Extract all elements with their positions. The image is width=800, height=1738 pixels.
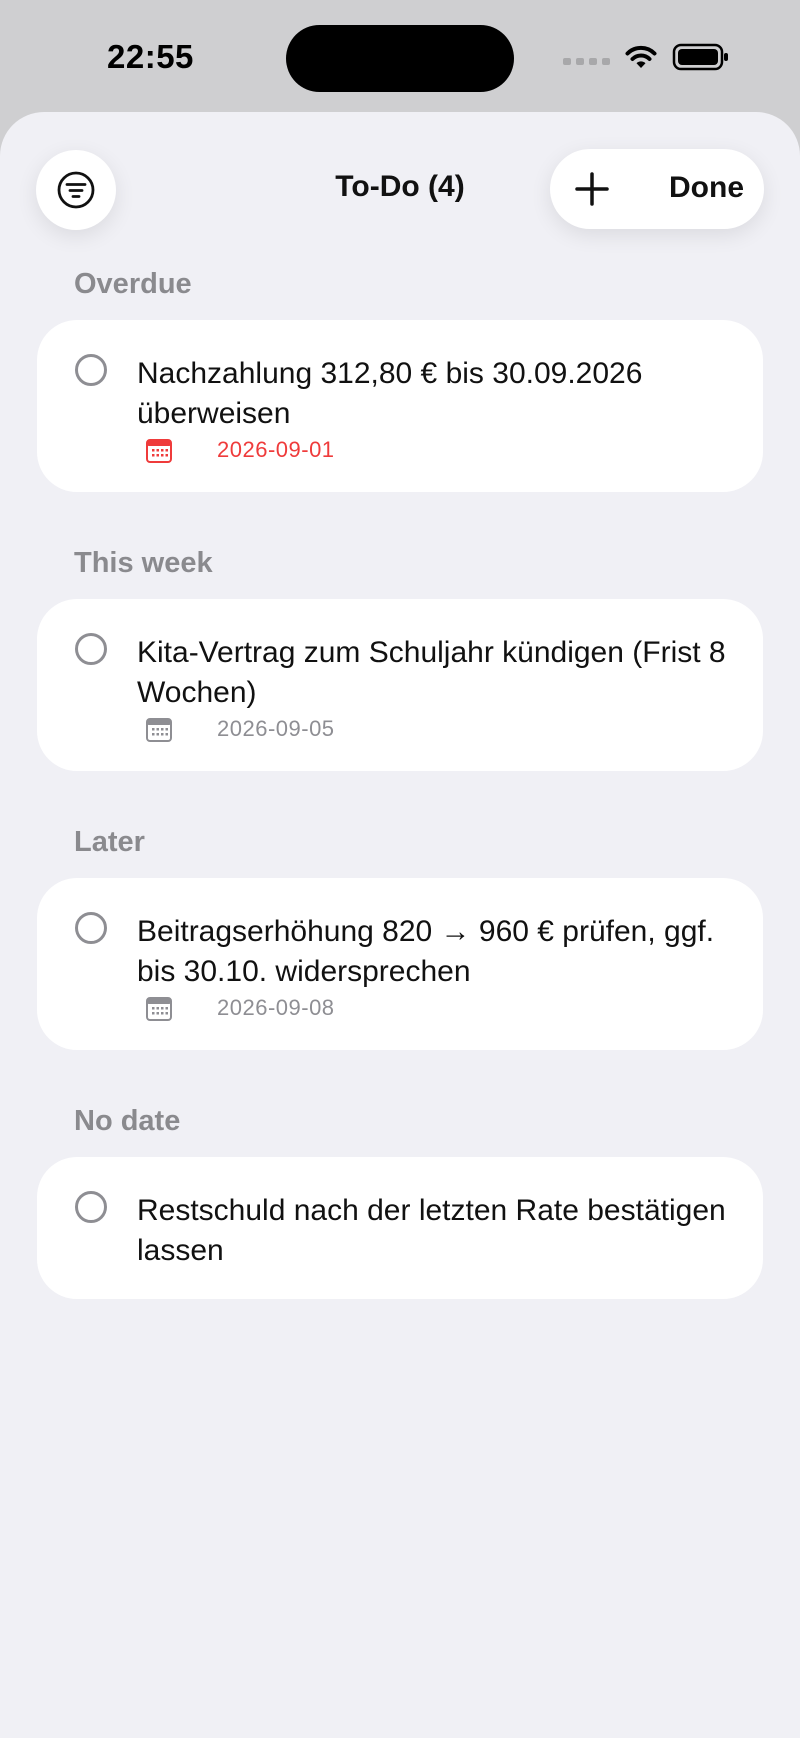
task-checkbox[interactable] (75, 354, 107, 386)
due-date-text: 2026-09-08 (217, 995, 335, 1020)
task-checkbox[interactable] (75, 912, 107, 944)
task-title: Beitragserhöhung 820 → 960 € prüfen, ggf… (137, 915, 715, 988)
task-checkbox[interactable] (75, 1191, 107, 1223)
task-due-date: 2026-09-05 (145, 715, 335, 743)
task-card[interactable]: Nachzahlung 312,80 € bis 30.09.2026 über… (37, 320, 763, 492)
add-task-button[interactable] (564, 161, 620, 217)
battery-icon (672, 43, 728, 71)
task-due-date: 2026-09-01 (145, 436, 335, 464)
status-icons (563, 42, 730, 72)
todo-sheet: To-Do (4) Done Overdue Nachzahlung 312,8… (0, 112, 800, 1738)
task-card[interactable]: Beitragserhöhung 820 → 960 € prüfen, ggf… (37, 878, 763, 1050)
due-date-text: 2026-09-01 (217, 437, 335, 462)
plus-icon (575, 172, 609, 206)
task-due-date: 2026-09-08 (145, 994, 335, 1022)
calendar-icon (146, 997, 172, 1021)
task-card[interactable]: Restschuld nach der letzten Rate bestäti… (37, 1157, 763, 1299)
status-time: 22:55 (107, 38, 194, 75)
calendar-icon (146, 718, 172, 742)
section-header-no-date: No date (74, 1105, 181, 1137)
calendar-icon (146, 439, 172, 463)
due-date-text: 2026-09-05 (217, 716, 335, 741)
section-header-later: Later (74, 826, 145, 858)
wifi-icon (625, 45, 657, 68)
task-checkbox[interactable] (75, 633, 107, 665)
cellular-signal-icon (563, 57, 610, 65)
status-bar: 22:55 (0, 0, 800, 112)
dynamic-island (286, 25, 514, 92)
task-title: Restschuld nach der letzten Rate bestäti… (137, 1194, 726, 1267)
section-header-overdue: Overdue (74, 268, 192, 300)
task-title: Nachzahlung 312,80 € bis 30.09.2026 über… (137, 357, 643, 430)
section-header-this-week: This week (74, 547, 213, 579)
task-title: Kita-Vertrag zum Schuljahr kündigen (Fri… (137, 636, 726, 709)
task-card[interactable]: Kita-Vertrag zum Schuljahr kündigen (Fri… (37, 599, 763, 771)
nav-actions: Done (550, 149, 764, 229)
done-button[interactable]: Done (669, 171, 744, 205)
